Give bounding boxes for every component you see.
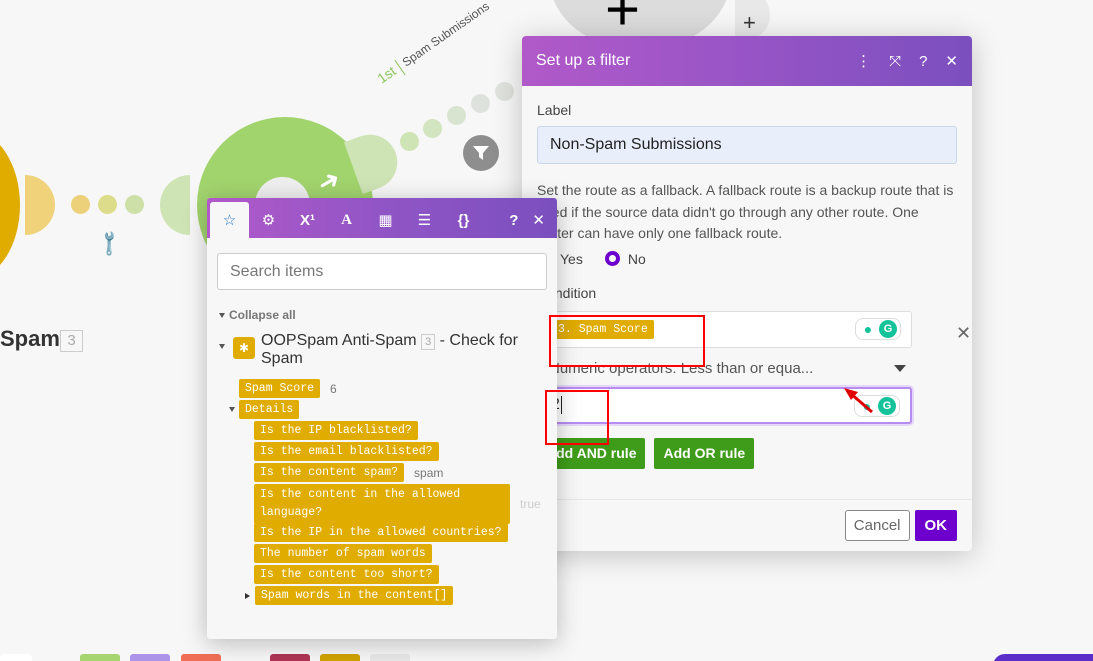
chevron-down-icon <box>894 365 906 372</box>
toolbar-chip[interactable] <box>370 654 410 661</box>
annotation-box-field <box>549 315 705 367</box>
connector-dot <box>71 195 90 214</box>
expand-icon[interactable]: ⤧ <box>889 53 901 70</box>
connector-dot <box>400 132 419 151</box>
plus-icon: + <box>605 0 641 43</box>
delete-condition-icon[interactable]: ✕ <box>956 323 971 344</box>
tab-array-functions[interactable]: ☰ <box>405 202 444 238</box>
fallback-radio-group: Yes No <box>537 251 957 267</box>
route-order: 1st <box>374 62 399 87</box>
close-icon[interactable]: ✕ <box>532 211 545 229</box>
toolbar-chip[interactable] <box>130 654 170 661</box>
lightbulb-icon: ● <box>863 320 873 337</box>
cancel-button[interactable]: Cancel <box>844 510 910 541</box>
annotation-arrow-icon <box>844 388 873 414</box>
connector-dot <box>495 82 514 101</box>
caret-down-icon <box>219 313 225 319</box>
module-title: OOPSpam Anti-Spam 3 - Check for Spam <box>261 332 518 367</box>
tab-json-functions[interactable]: {} <box>444 202 483 238</box>
toolbar-chip[interactable] <box>270 654 310 661</box>
tree-item-spam-words[interactable]: Spam words in the content[] <box>245 586 454 605</box>
close-icon[interactable]: ✕ <box>945 52 958 70</box>
help-icon[interactable]: ? <box>509 212 518 229</box>
more-vertical-icon[interactable]: ⋮ <box>856 52 871 70</box>
connector-dot <box>98 195 117 214</box>
tab-text-functions[interactable]: A <box>327 202 366 238</box>
connector-dot <box>471 94 490 113</box>
caret-right-icon <box>245 592 250 599</box>
tree-item-spam-score[interactable]: Spam Score 6 <box>239 379 337 398</box>
fallback-no-label[interactable]: No <box>628 251 646 267</box>
dialog-title: Set up a filter <box>536 52 631 69</box>
fallback-yes-label[interactable]: Yes <box>560 251 583 267</box>
mapping-panel: ☆ ⚙ X¹ A ▦ ☰ {} ? ✕ Collapse all ✱ OOPSp… <box>207 198 557 639</box>
search-items-input[interactable] <box>217 253 547 290</box>
annotation-box-value <box>545 390 609 445</box>
tree-item[interactable]: Is the IP blacklisted? <box>254 421 418 440</box>
run-button[interactable] <box>993 654 1093 661</box>
star-icon: ☆ <box>222 212 237 229</box>
label-caption: Label <box>537 102 572 118</box>
toolbar-chip[interactable] <box>0 654 32 661</box>
calendar-icon: ▦ <box>378 212 393 229</box>
toolbar-chip[interactable] <box>320 654 360 661</box>
plus-small-icon[interactable]: + <box>743 12 756 34</box>
tree-item[interactable]: Is the content in the allowed language? … <box>254 484 541 524</box>
tree-item[interactable]: Is the email blacklisted? <box>254 442 439 461</box>
module-name-label: Spam <box>0 326 60 351</box>
toolbar-chip[interactable] <box>80 654 120 661</box>
grammarly-widget[interactable]: ● G <box>855 317 901 340</box>
module-id-badge: 3 <box>60 330 83 352</box>
label-input[interactable] <box>537 126 957 164</box>
braces-icon: {} <box>457 211 470 229</box>
caret-down-icon <box>219 344 225 349</box>
text-icon: A <box>341 211 352 228</box>
wrench-icon[interactable]: 🔧 <box>94 228 125 259</box>
fallback-no-radio[interactable] <box>604 251 620 266</box>
dialog-footer: Cancel OK <box>522 499 972 551</box>
toolbar-chip[interactable] <box>181 654 221 661</box>
tab-math-functions[interactable]: X¹ <box>288 202 327 238</box>
table-icon: ☰ <box>417 212 432 229</box>
oopspam-module-icon: ✱ <box>233 337 255 359</box>
filter-dialog: Set up a filter ⋮ ⤧ ? ✕ Label Set the ro… <box>522 36 972 551</box>
oopspam-module-node[interactable] <box>0 130 20 280</box>
connector-dot <box>423 119 442 138</box>
ok-button[interactable]: OK <box>914 510 957 541</box>
tree-item[interactable]: Is the content too short? <box>254 565 439 584</box>
mapping-panel-tabs: ☆ ⚙ X¹ A ▦ ☰ {} ? ✕ <box>207 198 557 238</box>
grammarly-icon: G <box>878 396 896 415</box>
filter-icon <box>473 146 489 160</box>
tree-item[interactable]: Is the content spam? spam <box>254 463 443 482</box>
module-id-badge: 3 <box>421 334 436 350</box>
dialog-header: Set up a filter ⋮ ⤧ ? ✕ <box>522 36 972 86</box>
fallback-help-text: Set the route as a fallback. A fallback … <box>537 182 954 241</box>
condition-caption: Condition <box>537 284 597 301</box>
route-name: Spam Submissions <box>399 0 492 70</box>
route-label[interactable]: 1stSpam Submissions <box>374 0 493 89</box>
connector-dot <box>125 195 144 214</box>
collapse-all-link[interactable]: Collapse all <box>219 308 557 322</box>
connector-dot <box>447 106 466 125</box>
add-or-rule-button[interactable]: Add OR rule <box>654 437 755 469</box>
filter-button[interactable] <box>463 135 499 171</box>
gear-icon: ⚙ <box>261 212 276 229</box>
tree-item[interactable]: The number of spam words <box>254 544 432 563</box>
connector-half <box>25 175 55 235</box>
tab-favorites[interactable]: ☆ <box>210 202 249 238</box>
help-icon[interactable]: ? <box>919 53 927 70</box>
tab-general-functions[interactable]: ⚙ <box>249 202 288 238</box>
tab-date-functions[interactable]: ▦ <box>366 202 405 238</box>
tree-item[interactable]: Is the IP in the allowed countries? <box>254 523 508 542</box>
grammarly-icon: G <box>879 319 897 338</box>
connector-half <box>160 175 190 235</box>
superscript-icon: X¹ <box>300 211 315 229</box>
tree-item-details[interactable]: Details <box>229 400 300 419</box>
module-tree-header[interactable]: ✱ OOPSpam Anti-Spam 3 - Check for Spam <box>219 332 557 368</box>
caret-down-icon <box>229 407 235 412</box>
